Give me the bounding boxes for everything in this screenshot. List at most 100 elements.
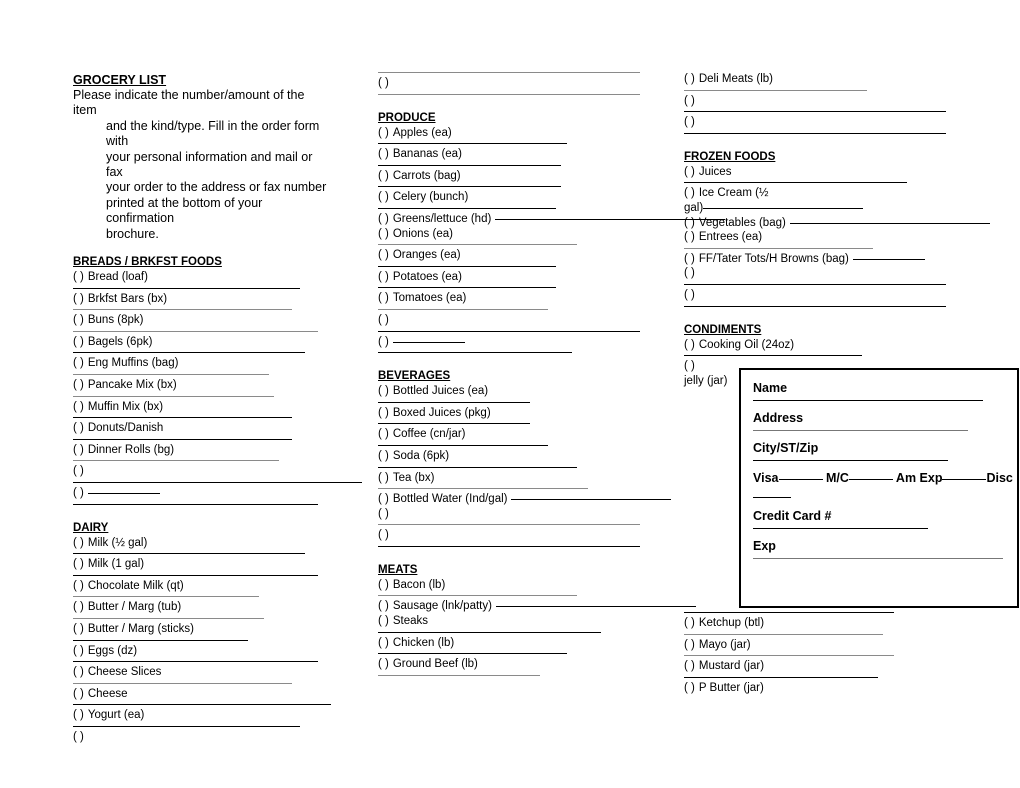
list-item[interactable]: ( ) Butter / Marg (tub) (73, 600, 331, 615)
list-item[interactable]: ( ) (73, 464, 331, 479)
write-in-line[interactable] (378, 352, 572, 354)
list-item[interactable]: ( ) Sausage (lnk/patty) (378, 599, 696, 614)
write-in-line[interactable] (378, 287, 557, 289)
quantity-checkbox-oranges[interactable]: ( ) (378, 249, 389, 261)
list-item[interactable]: ( ) Cheese Slices (73, 665, 331, 680)
write-in-line[interactable] (378, 524, 640, 526)
write-in-blank[interactable] (392, 341, 465, 343)
write-in-blank[interactable] (511, 499, 672, 501)
quantity-checkbox-mid-top-blank-1[interactable]: ( ) (378, 77, 389, 89)
quantity-checkbox-soda[interactable]: ( ) (378, 450, 389, 462)
list-item[interactable]: ( ) Milk (1 gal) (73, 557, 331, 572)
quantity-checkbox-bottled-water[interactable]: ( ) (378, 493, 389, 505)
write-in-line[interactable] (684, 182, 907, 184)
address-input[interactable] (753, 430, 968, 431)
mastercard-checkbox[interactable] (848, 479, 893, 480)
write-in-line[interactable] (73, 352, 306, 354)
write-in-blank[interactable] (703, 207, 864, 209)
write-in-line[interactable] (378, 72, 640, 73)
quantity-checkbox-steaks[interactable]: ( ) (378, 615, 389, 627)
quantity-checkbox-bacon[interactable]: ( ) (378, 579, 389, 591)
quantity-checkbox-celery[interactable]: ( ) (378, 191, 389, 203)
write-in-line[interactable] (73, 395, 275, 397)
quantity-checkbox-butter-sticks[interactable]: ( ) (73, 623, 84, 635)
write-in-line[interactable] (684, 111, 946, 113)
quantity-checkbox-ketchup[interactable]: ( ) (684, 617, 695, 629)
quantity-checkbox-tomatoes[interactable]: ( ) (378, 292, 389, 304)
write-in-line[interactable] (684, 247, 873, 249)
quantity-checkbox-p-butter[interactable]: ( ) (684, 682, 695, 694)
list-item[interactable]: ( ) Celery (bunch) (378, 190, 640, 205)
quantity-checkbox-mayo[interactable]: ( ) (684, 639, 695, 651)
list-item[interactable]: ( ) Oranges (ea) (378, 248, 640, 263)
list-item[interactable]: ( ) Mayo (jar) (684, 638, 946, 653)
quantity-checkbox-coffee[interactable]: ( ) (378, 428, 389, 440)
write-in-line[interactable] (378, 330, 640, 332)
list-item[interactable]: ( ) (378, 507, 640, 522)
write-in-line[interactable] (73, 574, 319, 576)
quantity-checkbox-apples[interactable]: ( ) (378, 127, 389, 139)
write-in-line[interactable] (378, 244, 578, 246)
write-in-line[interactable] (73, 596, 259, 598)
expiration-input[interactable] (753, 558, 1003, 559)
write-in-line[interactable] (378, 423, 530, 425)
quantity-checkbox-blank-1[interactable]: ( ) (73, 465, 84, 477)
quantity-checkbox-greens-lettuce[interactable]: ( ) (378, 213, 389, 225)
visa-checkbox[interactable] (778, 479, 823, 480)
write-in-line[interactable] (378, 444, 549, 446)
write-in-line[interactable] (378, 186, 562, 188)
list-item[interactable]: ( ) Tomatoes (ea) (378, 291, 640, 306)
write-in-line[interactable] (684, 633, 884, 635)
list-item[interactable]: ( ) Bananas (ea) (378, 147, 640, 162)
list-item[interactable]: ( ) Carrots (bag) (378, 169, 640, 184)
list-item[interactable]: ( ) Boxed Juices (pkg) (378, 406, 640, 421)
write-in-line[interactable] (73, 482, 362, 483)
write-in-line[interactable] (378, 207, 557, 209)
quantity-checkbox-produce-blank-2[interactable]: ( ) (378, 336, 389, 348)
quantity-checkbox-donuts-danish[interactable]: ( ) (73, 422, 84, 434)
write-in-line[interactable] (73, 309, 293, 311)
quantity-checkbox-ff-tater-tots[interactable]: ( ) (684, 253, 695, 265)
list-item[interactable]: ( ) Pancake Mix (bx) (73, 378, 331, 393)
quantity-checkbox-dairy-blank[interactable]: ( ) (73, 731, 84, 743)
write-in-line[interactable] (378, 164, 562, 166)
list-item[interactable]: ( ) Deli Meats (lb) (684, 72, 946, 87)
write-in-line[interactable] (378, 308, 549, 310)
list-item[interactable]: ( ) Buns (8pk) (73, 313, 331, 328)
list-item[interactable]: ( ) (684, 266, 946, 281)
write-in-line[interactable] (73, 460, 280, 462)
write-in-line[interactable] (378, 466, 578, 468)
list-item[interactable]: ( ) Muffin Mix (bx) (73, 400, 331, 415)
write-in-line[interactable] (378, 143, 567, 145)
list-item[interactable]: ( ) (378, 335, 640, 350)
list-item[interactable]: ( ) Cooking Oil (24oz) (684, 338, 946, 353)
quantity-checkbox-butter-tub[interactable]: ( ) (73, 601, 84, 613)
write-in-line[interactable] (684, 132, 946, 134)
quantity-checkbox-ground-beef[interactable]: ( ) (378, 658, 389, 670)
list-item[interactable]: ( ) Ground Beef (lb) (378, 657, 640, 672)
list-item[interactable]: ( ) Eggs (dz) (73, 644, 331, 659)
quantity-checkbox-bottled-juices[interactable]: ( ) (378, 385, 389, 397)
list-item[interactable]: ( ) Coffee (cn/jar) (378, 427, 640, 442)
quantity-checkbox-jelly[interactable]: ( ) (684, 360, 695, 372)
amex-checkbox[interactable] (942, 479, 987, 480)
list-item[interactable]: ( ) Vegetables (bag) (684, 216, 990, 231)
list-item[interactable]: ( ) Chicken (lb) (378, 636, 640, 651)
quantity-checkbox-bev-blank-2[interactable]: ( ) (378, 529, 389, 541)
list-item[interactable]: ( ) Entrees (ea) (684, 230, 946, 245)
quantity-checkbox-frozen-blank-2[interactable]: ( ) (684, 289, 695, 301)
quantity-checkbox-muffin-mix[interactable]: ( ) (73, 401, 84, 413)
write-in-line[interactable] (378, 653, 567, 655)
write-in-line[interactable] (378, 401, 530, 403)
list-item[interactable]: ( ) Juices (684, 165, 946, 180)
quantity-checkbox-frozen-juices[interactable]: ( ) (684, 166, 695, 178)
write-in-line[interactable] (73, 438, 293, 440)
list-item[interactable]: ( ) Ice Cream (½ (684, 186, 946, 201)
quantity-checkbox-buns[interactable]: ( ) (73, 314, 84, 326)
quantity-checkbox-chocolate-milk[interactable]: ( ) (73, 580, 84, 592)
write-in-line[interactable] (73, 682, 293, 684)
write-in-line[interactable] (378, 488, 588, 490)
write-in-line[interactable] (378, 595, 578, 597)
write-in-line[interactable] (73, 503, 319, 505)
write-in-line[interactable] (378, 93, 640, 95)
